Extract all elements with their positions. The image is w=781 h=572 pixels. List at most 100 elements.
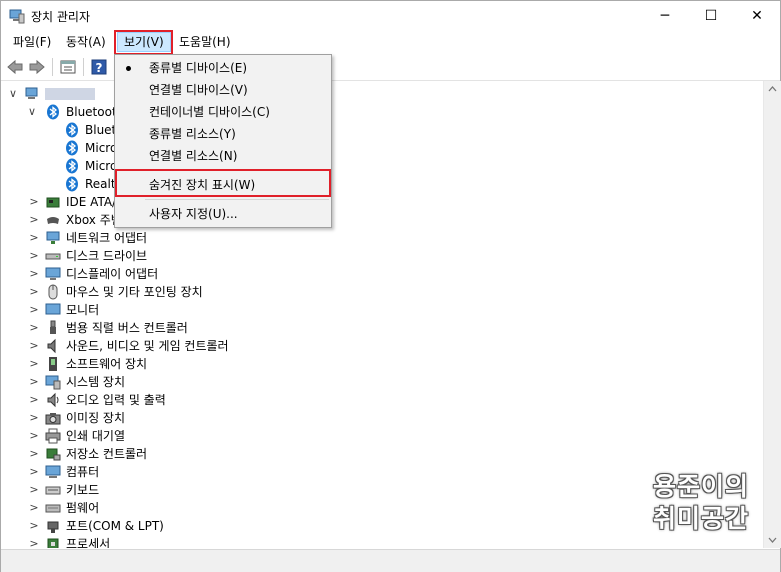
menu-item-label: 연결별 디바이스(V) xyxy=(149,83,248,97)
category-label: 오디오 입력 및 출력 xyxy=(66,393,166,407)
menu-item-customize[interactable]: 사용자 지정(U)... xyxy=(115,203,331,225)
maximize-icon: ☐ xyxy=(704,8,718,24)
properties-icon[interactable] xyxy=(59,58,77,76)
menu-bar: 파일(F) 동작(A) 보기(V) 도움말(H) xyxy=(1,31,780,53)
close-button[interactable]: ✕ xyxy=(734,1,780,31)
back-arrow-icon[interactable] xyxy=(6,58,24,76)
menu-help[interactable]: 도움말(H) xyxy=(173,33,237,51)
chevron-down-icon[interactable]: ∨ xyxy=(27,103,37,121)
computer-icon xyxy=(45,465,61,478)
category-label: 저장소 컨트롤러 xyxy=(66,447,148,461)
tree-category-print-queue[interactable]: > 인쇄 대기열 xyxy=(1,427,401,445)
tree-category-imaging[interactable]: > 이미징 장치 xyxy=(1,409,401,427)
chevron-right-icon[interactable]: > xyxy=(29,463,39,481)
printer-icon xyxy=(45,428,61,444)
chevron-right-icon[interactable]: > xyxy=(29,535,39,548)
camera-icon xyxy=(45,413,61,425)
category-label: 이미징 장치 xyxy=(66,411,126,425)
tree-category-storage[interactable]: > 저장소 컨트롤러 xyxy=(1,445,401,463)
chevron-right-icon[interactable]: > xyxy=(29,481,39,499)
software-device-icon xyxy=(49,357,57,371)
scroll-up-icon[interactable] xyxy=(768,85,777,94)
checked-bullet-icon xyxy=(126,66,131,71)
watermark-line: 용준이의 xyxy=(652,472,749,501)
tree-category-sound[interactable]: > 사운드, 비디오 및 게임 컨트롤러 xyxy=(1,337,401,355)
chevron-right-icon[interactable]: > xyxy=(29,391,39,409)
chevron-right-icon[interactable]: > xyxy=(29,445,39,463)
tree-category-audio-io[interactable]: > 오디오 입력 및 출력 xyxy=(1,391,401,409)
category-label: 시스템 장치 xyxy=(66,375,126,389)
svg-text:?: ? xyxy=(96,61,103,75)
menu-item-label: 숨겨진 장치 표시(W) xyxy=(149,178,256,192)
chevron-right-icon[interactable]: > xyxy=(29,265,39,283)
menu-item-devices-by-connection[interactable]: 연결별 디바이스(V) xyxy=(115,79,331,101)
device-manager-app-icon xyxy=(9,9,25,24)
tree-category-display[interactable]: > 디스플레이 어댑터 xyxy=(1,265,401,283)
menu-view[interactable]: 보기(V) xyxy=(117,32,171,52)
minimize-button[interactable]: ─ xyxy=(642,1,688,31)
disk-drive-icon xyxy=(45,253,61,260)
menu-item-devices-by-container[interactable]: 컨테이너별 디바이스(C) xyxy=(115,101,331,123)
forward-arrow-icon[interactable] xyxy=(28,58,46,76)
chevron-right-icon[interactable]: > xyxy=(29,301,39,319)
tree-category-computer[interactable]: > 컴퓨터 xyxy=(1,463,401,481)
menu-file[interactable]: 파일(F) xyxy=(7,33,57,51)
chevron-right-icon[interactable]: > xyxy=(29,499,39,517)
tree-category-software[interactable]: > 소프트웨어 장치 xyxy=(1,355,401,373)
tree-category-keyboard[interactable]: > 키보드 xyxy=(1,481,401,499)
category-label: 네트워크 어댑터 xyxy=(66,231,148,245)
tree-category-system[interactable]: > 시스템 장치 xyxy=(1,373,401,391)
tree-category-firmware[interactable]: > 펌웨어 xyxy=(1,499,401,517)
bluetooth-icon xyxy=(47,104,59,120)
tree-category-monitor[interactable]: > 모니터 xyxy=(1,301,401,319)
chevron-right-icon[interactable]: > xyxy=(29,355,39,373)
close-icon: ✕ xyxy=(751,8,763,24)
chevron-right-icon[interactable]: > xyxy=(29,319,39,337)
network-adapter-icon xyxy=(46,231,60,244)
menu-item-show-hidden-devices[interactable]: 숨겨진 장치 표시(W) xyxy=(115,174,331,196)
display-adapter-icon xyxy=(45,267,61,280)
tree-category-network[interactable]: > 네트워크 어댑터 xyxy=(1,229,401,247)
category-label: 디스크 드라이브 xyxy=(66,249,148,263)
chevron-right-icon[interactable]: > xyxy=(29,517,39,535)
menu-item-devices-by-type[interactable]: 종류별 디바이스(E) xyxy=(115,57,331,79)
keyboard-icon xyxy=(45,486,61,495)
menu-action[interactable]: 동작(A) xyxy=(60,33,112,51)
storage-controller-icon xyxy=(46,448,61,461)
menu-separator xyxy=(145,170,329,171)
category-label: 컴퓨터 xyxy=(66,465,100,479)
tree-category-ports[interactable]: > 포트(COM & LPT) xyxy=(1,517,401,535)
chevron-right-icon[interactable]: > xyxy=(29,283,39,301)
tree-category-mouse[interactable]: > 마우스 및 기타 포인팅 장치 xyxy=(1,283,401,301)
tree-category-processor[interactable]: > 프로세서 xyxy=(1,535,401,548)
menu-item-resources-by-type[interactable]: 종류별 리소스(Y) xyxy=(115,123,331,145)
chevron-right-icon[interactable]: > xyxy=(29,427,39,445)
tree-category-usb[interactable]: > 범용 직렬 버스 컨트롤러 xyxy=(1,319,401,337)
scroll-down-icon[interactable] xyxy=(768,535,777,544)
tree-category-disk[interactable]: > 디스크 드라이브 xyxy=(1,247,401,265)
category-label: 범용 직렬 버스 컨트롤러 xyxy=(66,321,188,335)
toolbar-separator xyxy=(83,58,84,76)
chevron-right-icon[interactable]: > xyxy=(29,247,39,265)
toolbar-separator xyxy=(52,58,53,76)
maximize-button[interactable]: ☐ xyxy=(688,1,734,31)
help-icon[interactable]: ? xyxy=(90,58,108,76)
chevron-right-icon[interactable]: > xyxy=(29,373,39,391)
bluetooth-icon xyxy=(66,140,78,156)
chevron-right-icon[interactable]: > xyxy=(29,337,39,355)
computer-name-blurred xyxy=(45,88,95,100)
menu-item-resources-by-connection[interactable]: 연결별 리소스(N) xyxy=(115,145,331,167)
chevron-right-icon[interactable]: > xyxy=(29,193,39,211)
speaker-icon xyxy=(47,338,56,354)
processor-icon xyxy=(47,538,59,548)
category-label: 소프트웨어 장치 xyxy=(66,357,148,371)
chevron-right-icon[interactable]: > xyxy=(29,211,39,229)
bluetooth-icon xyxy=(66,158,78,174)
chevron-right-icon[interactable]: > xyxy=(29,229,39,247)
vertical-scrollbar[interactable] xyxy=(763,81,781,548)
category-label: 인쇄 대기열 xyxy=(66,429,126,443)
view-dropdown-menu: 종류별 디바이스(E) 연결별 디바이스(V) 컨테이너별 디바이스(C) 종류… xyxy=(114,54,332,228)
chevron-right-icon[interactable]: > xyxy=(29,409,39,427)
watermark-line: 취미공간 xyxy=(652,504,749,533)
chevron-down-icon[interactable]: ∨ xyxy=(8,85,18,103)
